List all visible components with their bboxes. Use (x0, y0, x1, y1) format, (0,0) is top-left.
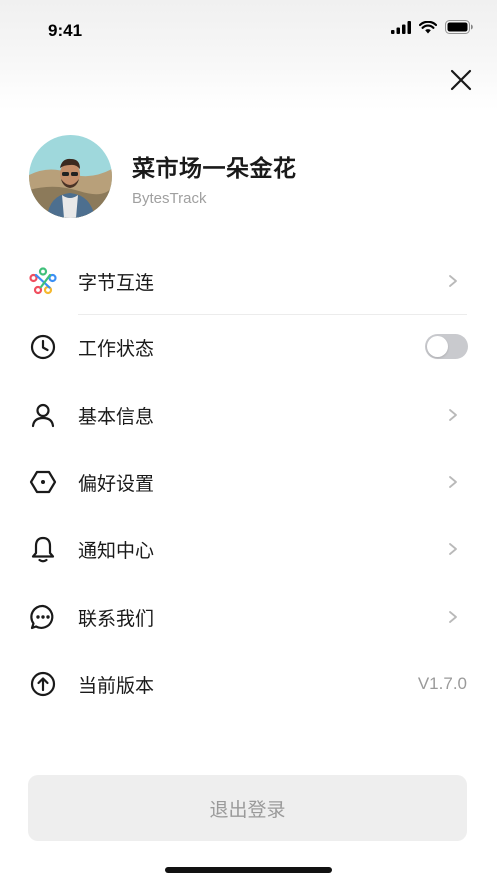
status-bar: 9:41 (0, 0, 497, 60)
cellular-signal-icon (391, 20, 411, 34)
version-value: V1.7.0 (417, 674, 467, 693)
menu-label: 基本信息 (78, 405, 155, 428)
avatar-photo (29, 135, 112, 218)
menu-item-contact-us[interactable]: 联系我们 (0, 592, 497, 642)
chevron-right-icon (449, 409, 457, 421)
chevron-right-icon (449, 543, 457, 555)
status-time: 9:41 (48, 21, 83, 40)
chat-bubble-icon (28, 602, 58, 632)
work-status-toggle[interactable] (425, 334, 468, 359)
menu-label: 字节互连 (78, 271, 155, 294)
colorful-link-icon (28, 266, 58, 296)
menu-label: 联系我们 (78, 607, 155, 630)
menu-label: 当前版本 (78, 674, 155, 697)
menu-item-work-status[interactable]: 工作状态 (0, 322, 497, 372)
arrow-up-circle-icon (28, 669, 58, 699)
close-icon (450, 69, 472, 91)
status-icons (391, 20, 473, 34)
logout-button[interactable]: 退出登录 (28, 775, 467, 841)
avatar[interactable] (29, 135, 112, 218)
chevron-right-icon (449, 611, 457, 623)
menu-item-byte-connect[interactable]: 字节互连 (0, 256, 497, 306)
hexagon-settings-icon (28, 467, 58, 497)
chevron-right-icon (449, 275, 457, 287)
toggle-knob (427, 336, 448, 357)
wifi-icon (419, 20, 437, 33)
menu-item-basic-info[interactable]: 基本信息 (0, 390, 497, 440)
profile-subtitle: BytesTrack (132, 190, 207, 207)
battery-icon (445, 20, 473, 34)
menu-item-current-version[interactable]: 当前版本 V1.7.0 (0, 659, 497, 709)
menu-item-notification-center[interactable]: 通知中心 (0, 524, 497, 574)
side-menu-screen: 9:41 菜市场一朵金花 BytesTrack 字节互连 工作状态 基本信息 偏… (0, 0, 497, 883)
menu-item-preferences[interactable]: 偏好设置 (0, 457, 497, 507)
divider (78, 314, 467, 315)
user-icon (28, 400, 58, 430)
menu-label: 偏好设置 (78, 472, 155, 495)
home-indicator[interactable] (165, 867, 332, 873)
close-button[interactable] (446, 66, 476, 96)
clock-icon (28, 332, 58, 362)
bell-icon (28, 534, 58, 564)
menu-label: 通知中心 (78, 539, 155, 562)
profile-name: 菜市场一朵金花 (132, 156, 297, 182)
chevron-right-icon (449, 476, 457, 488)
menu-label: 工作状态 (78, 337, 155, 360)
